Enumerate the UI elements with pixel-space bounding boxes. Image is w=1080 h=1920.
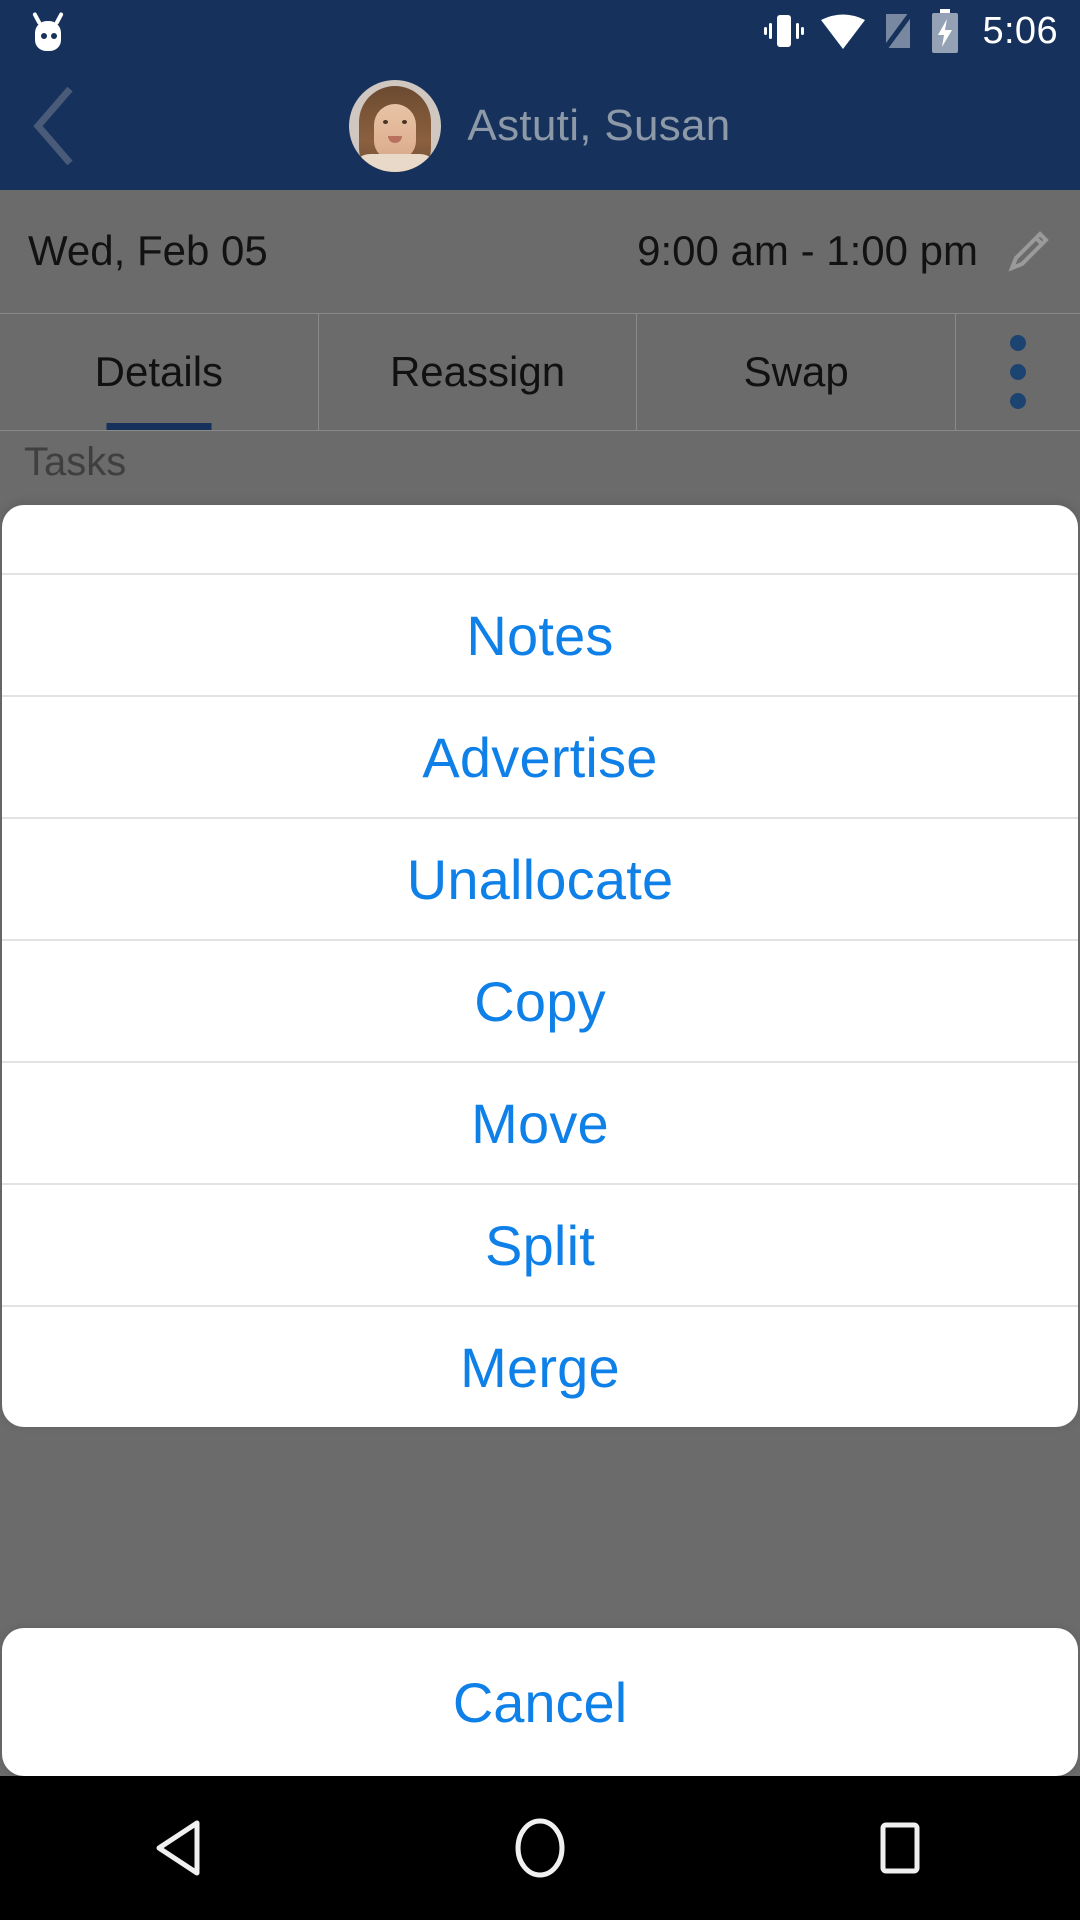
tab-swap[interactable]: Swap bbox=[637, 314, 957, 430]
recents-square-icon[interactable] bbox=[840, 1776, 960, 1920]
signal-off-icon bbox=[882, 10, 915, 52]
action-sheet-item-copy[interactable]: Copy bbox=[2, 939, 1078, 1061]
shift-time-range: 9:00 am - 1:00 pm bbox=[637, 227, 978, 274]
status-time: 5:06 bbox=[982, 9, 1058, 52]
tab-bar: Details Reassign Swap bbox=[0, 313, 1080, 431]
shift-date-row: Wed, Feb 05 9:00 am - 1:00 pm bbox=[0, 190, 1080, 312]
tasks-section-label: Tasks bbox=[24, 440, 127, 484]
phone-screen: 5:06 Astuti, Susan Wed, Feb 05 9:00 am -… bbox=[0, 0, 1080, 1920]
vibrate-icon bbox=[764, 15, 805, 47]
android-nav-bar bbox=[0, 1776, 1080, 1920]
app-header: Astuti, Susan bbox=[0, 62, 1080, 190]
battery-charging-icon bbox=[932, 9, 959, 53]
avatar[interactable] bbox=[349, 80, 442, 172]
edit-pencil-icon[interactable] bbox=[1006, 228, 1052, 274]
action-sheet-item-notes[interactable]: Notes bbox=[2, 573, 1078, 695]
tab-label: Details bbox=[94, 348, 224, 395]
overflow-menu-icon[interactable] bbox=[956, 314, 1080, 430]
wifi-icon bbox=[821, 14, 866, 49]
action-sheet-item-split[interactable]: Split bbox=[2, 1183, 1078, 1305]
tab-reassign[interactable]: Reassign bbox=[319, 314, 638, 430]
action-sheet-item-merge[interactable]: Merge bbox=[2, 1305, 1078, 1427]
cyanogenmod-robot-icon bbox=[26, 9, 70, 53]
action-sheet-item-move[interactable]: Move bbox=[2, 1061, 1078, 1183]
page-title: Astuti, Susan bbox=[467, 101, 731, 150]
tab-label: Swap bbox=[743, 348, 849, 395]
action-sheet-item-advertise[interactable]: Advertise bbox=[2, 695, 1078, 817]
cancel-button[interactable]: Cancel bbox=[2, 1628, 1078, 1776]
back-chevron-icon[interactable] bbox=[0, 62, 110, 190]
shift-date: Wed, Feb 05 bbox=[28, 227, 268, 274]
home-circle-icon[interactable] bbox=[480, 1776, 600, 1920]
action-sheet: Notes Advertise Unallocate Copy Move Spl… bbox=[2, 505, 1078, 1427]
status-icons: 5:06 bbox=[764, 9, 1058, 53]
action-sheet-item-unallocate[interactable]: Unallocate bbox=[2, 817, 1078, 939]
tab-active-indicator bbox=[106, 423, 212, 430]
tab-label: Reassign bbox=[389, 348, 566, 395]
back-triangle-icon[interactable] bbox=[120, 1776, 240, 1920]
action-sheet-header bbox=[2, 505, 1078, 573]
status-bar: 5:06 bbox=[0, 0, 1080, 62]
tab-details[interactable]: Details bbox=[0, 314, 319, 430]
